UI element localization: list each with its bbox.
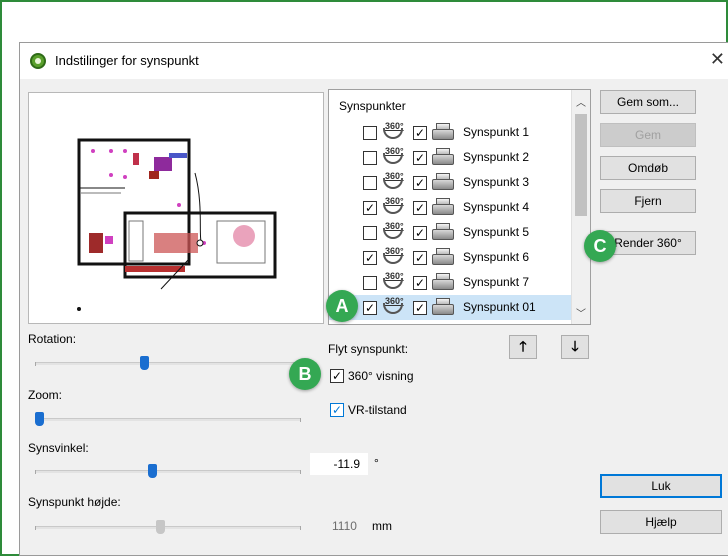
360-icon: 360° <box>381 271 405 292</box>
synsvinkel-value-field[interactable]: -11.9 <box>310 453 368 475</box>
list-item[interactable]: 360° ✓ Synspunkt 1 <box>329 120 571 145</box>
list-item[interactable]: ✓ 360° ✓ Synspunkt 6 <box>329 245 571 270</box>
camera-icon <box>431 221 455 241</box>
app-icon <box>30 53 46 69</box>
visible-checkbox[interactable]: ✓ <box>413 301 427 315</box>
camera-icon <box>431 271 455 291</box>
visible-checkbox[interactable]: ✓ <box>413 126 427 140</box>
zoom-label: Zoom: <box>28 388 63 402</box>
help-button[interactable]: Hjælp <box>600 510 722 534</box>
viewpoint-settings-dialog: Indstilinger for synspunkt ✕ Rotation: Z… <box>19 42 728 556</box>
camera-icon <box>431 146 455 166</box>
list-header: Synspunkter <box>339 99 406 113</box>
list-item[interactable]: ✓ 360° ✓ Synspunkt 4 <box>329 195 571 220</box>
360-icon: 360° <box>381 296 405 317</box>
vr-mode-checkbox[interactable]: ✓ <box>330 403 344 417</box>
view360-checkbox[interactable]: ✓ <box>330 369 344 383</box>
list-item[interactable]: 360° ✓ Synspunkt 5 <box>329 220 571 245</box>
scrollbar-thumb[interactable] <box>575 114 587 216</box>
360-icon: 360° <box>381 146 405 167</box>
vr-mode-label: VR-tilstand <box>348 403 407 417</box>
rotation-label: Rotation: <box>28 332 77 346</box>
360-icon: 360° <box>381 246 405 267</box>
list-scrollbar[interactable]: ︿ ﹀ <box>571 90 590 324</box>
visible-checkbox[interactable]: ✓ <box>413 276 427 290</box>
hojde-slider[interactable] <box>35 519 301 535</box>
title-bar: Indstilinger for synspunkt ✕ <box>20 43 728 79</box>
camera-icon <box>431 296 455 316</box>
list-item[interactable]: 360° ✓ Synspunkt 3 <box>329 170 571 195</box>
callout-badge-b: B <box>289 358 321 390</box>
move-viewpoint-label: Flyt synspunkt: <box>328 342 409 356</box>
rotation-slider[interactable] <box>35 355 301 371</box>
camera-icon <box>431 196 455 216</box>
save-as-button[interactable]: Gem som... <box>600 90 696 114</box>
list-item[interactable]: ✓ 360° ✓ Synspunkt 01 <box>329 295 571 320</box>
360-icon: 360° <box>381 121 405 142</box>
visible-checkbox[interactable]: ✓ <box>413 201 427 215</box>
remove-button[interactable]: Fjern <box>600 189 696 213</box>
viewpoint-list[interactable]: Synspunkter 360° ✓ Synspunkt 1 360° ✓ Synspun… <box>328 89 591 325</box>
camera-icon <box>431 171 455 191</box>
visible-checkbox[interactable]: ✓ <box>413 251 427 265</box>
scroll-down-icon[interactable]: ﹀ <box>576 305 586 320</box>
viewpoint-name: Synspunkt 01 <box>463 300 536 314</box>
viewpoint-name: Synspunkt 5 <box>463 225 530 239</box>
360-icon: 360° <box>381 171 405 192</box>
zoom-slider-thumb[interactable] <box>35 412 44 426</box>
visible-checkbox[interactable]: ✓ <box>413 151 427 165</box>
viewpoint-name: Synspunkt 2 <box>463 150 530 164</box>
close-button[interactable]: Luk <box>600 474 722 498</box>
rename-button[interactable]: Omdøb <box>600 156 696 180</box>
view360-label: 360° visning <box>348 369 414 383</box>
floor-plan-preview[interactable] <box>28 92 324 324</box>
visible-checkbox[interactable]: ✓ <box>413 226 427 240</box>
synsvinkel-slider-thumb[interactable] <box>148 464 157 478</box>
render-360-checkbox[interactable]: ✓ <box>363 301 377 315</box>
render-360-checkbox[interactable]: ✓ <box>363 251 377 265</box>
scroll-up-icon[interactable]: ︿ <box>576 94 586 109</box>
viewpoint-name: Synspunkt 1 <box>463 125 530 139</box>
render-360-checkbox[interactable] <box>363 176 377 190</box>
move-down-button[interactable]: 🡓 <box>561 335 589 359</box>
360-icon: 360° <box>381 221 405 242</box>
list-item[interactable]: 360° ✓ Synspunkt 7 <box>329 270 571 295</box>
viewpoint-name: Synspunkt 7 <box>463 275 530 289</box>
floor-plan-drawing <box>77 138 277 311</box>
hojde-value: 1110 <box>332 519 357 533</box>
list-item[interactable]: 360° ✓ Synspunkt 2 <box>329 145 571 170</box>
callout-badge-c: C <box>584 230 616 262</box>
synsvinkel-unit: ° <box>374 456 379 470</box>
render-360-checkbox[interactable] <box>363 226 377 240</box>
visible-checkbox[interactable]: ✓ <box>413 176 427 190</box>
camera-icon <box>431 246 455 266</box>
render-360-checkbox[interactable] <box>363 151 377 165</box>
360-icon: 360° <box>381 196 405 217</box>
hojde-label: Synspunkt højde: <box>28 495 121 509</box>
move-up-button[interactable]: 🡑 <box>509 335 537 359</box>
viewpoint-name: Synspunkt 3 <box>463 175 530 189</box>
render-360-checkbox[interactable] <box>363 126 377 140</box>
hojde-slider-thumb[interactable] <box>156 520 165 534</box>
rotation-slider-thumb[interactable] <box>140 356 149 370</box>
close-icon[interactable]: ✕ <box>710 49 725 69</box>
synsvinkel-label: Synsvinkel: <box>28 441 89 455</box>
synsvinkel-slider[interactable] <box>35 463 301 479</box>
camera-icon <box>431 121 455 141</box>
zoom-slider[interactable] <box>35 411 301 427</box>
viewpoint-name: Synspunkt 6 <box>463 250 530 264</box>
save-button[interactable]: Gem <box>600 123 696 147</box>
hojde-unit: mm <box>372 519 392 533</box>
viewpoint-name: Synspunkt 4 <box>463 200 530 214</box>
callout-badge-a: A <box>326 290 358 322</box>
render-360-checkbox[interactable]: ✓ <box>363 201 377 215</box>
render-360-checkbox[interactable] <box>363 276 377 290</box>
window-title: Indstilinger for synspunkt <box>55 53 199 68</box>
